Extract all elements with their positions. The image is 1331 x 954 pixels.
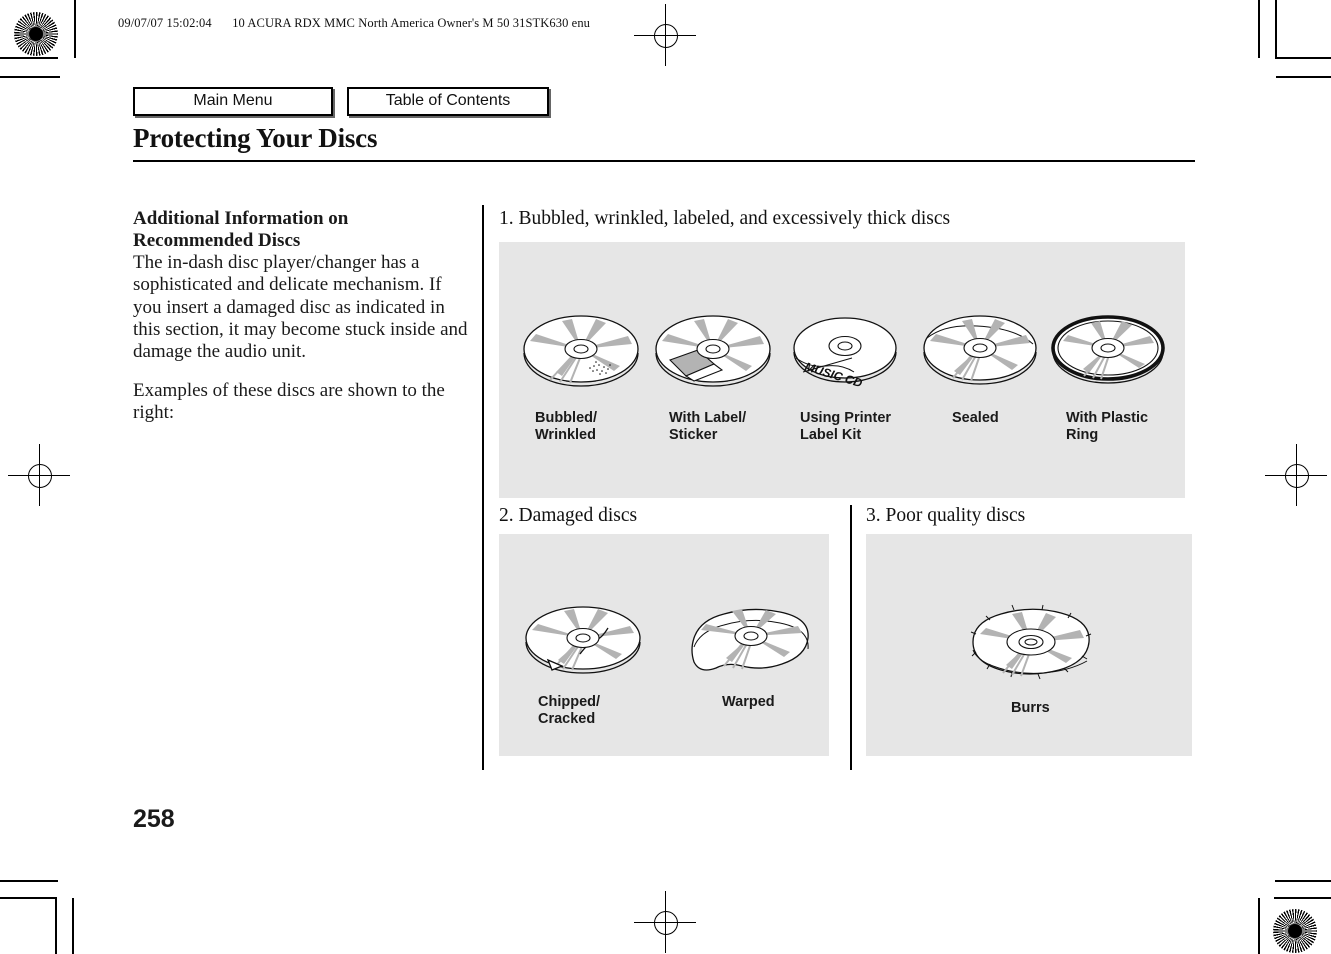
disc-label-bubbled: Bubbled/ Wrinkled: [535, 410, 598, 444]
disc-label-printer-kit: Using Printer Label Kit: [800, 410, 892, 444]
left-column-paragraph-1: The in-dash disc player/changer has a so…: [133, 251, 468, 363]
disc-label-sealed: Sealed: [952, 410, 999, 426]
registration-cross-bottom: [634, 891, 696, 953]
crop-mark-bottom-left-h: [0, 897, 56, 899]
crop-mark-bottom-right-outer-h: [1275, 880, 1331, 882]
disc-label-burrs: Burrs: [1011, 700, 1050, 716]
section-2-heading: 2. Damaged discs: [499, 505, 638, 526]
table-of-contents-button[interactable]: Table of Contents: [347, 87, 549, 116]
crop-mark-top-right-outer-h: [1276, 76, 1331, 78]
crop-mark-top-right-inner-v: [1275, 0, 1277, 58]
crop-mark-top-right-v: [1258, 0, 1260, 58]
crop-mark-bottom-right-h: [1274, 897, 1331, 899]
registration-cross-right: [1265, 444, 1327, 506]
main-menu-button[interactable]: Main Menu: [133, 87, 333, 116]
left-column-heading: Additional Information on Recommended Di…: [133, 208, 349, 251]
disc-label-plastic-ring: With Plastic Ring: [1066, 410, 1149, 444]
title-divider-rule: [133, 160, 1195, 162]
crop-mark-bottom-right-v: [1258, 898, 1260, 954]
crop-mark-bottom-left-v: [55, 897, 57, 954]
disc-illustration-warped: [691, 608, 809, 671]
disc-illustration-sealed: [923, 315, 1037, 385]
disc-label-chipped: Chipped/ Cracked: [538, 694, 601, 728]
registration-cross-top: [634, 4, 696, 66]
section-divider-vertical: [850, 505, 852, 770]
crop-mark-bottom-left-inner-v: [72, 898, 74, 954]
disc-illustration-sticker: [655, 315, 771, 387]
print-header: 09/07/07 15:02:04 10 ACURA RDX MMC North…: [118, 16, 590, 31]
section-1-heading: 1. Bubbled, wrinkled, labeled, and exces…: [499, 208, 951, 229]
crop-mark-top-left-v: [74, 0, 76, 58]
disc-illustration-bubbled: [523, 315, 639, 387]
crop-mark-top-left-outer-h: [0, 76, 60, 78]
disc-label-warped: Warped: [722, 694, 775, 710]
left-column-paragraph-2: Examples of these discs are shown to the…: [133, 379, 445, 424]
print-header-doc-info: 10 ACURA RDX MMC North America Owner's M…: [232, 16, 591, 30]
section-3-heading: 3. Poor quality discs: [866, 505, 1026, 526]
print-header-timestamp: 09/07/07 15:02:04: [118, 16, 212, 30]
crop-mark-top-right-h: [1275, 57, 1331, 59]
registration-cross-left: [8, 444, 70, 506]
disc-illustration-burrs: [970, 604, 1092, 680]
crop-mark-top-left-h: [0, 57, 58, 59]
disc-illustration-chipped: [525, 606, 641, 674]
registration-star-top-left: [14, 12, 58, 56]
crop-mark-bottom-left-outer-h: [0, 880, 58, 882]
disc-illustration-plastic-ring: [1051, 315, 1165, 384]
disc-label-sticker: With Label/ Sticker: [669, 410, 747, 444]
navigation-bar: Main Menu Table of Contents: [133, 87, 549, 116]
disc-illustration-printer-kit: MUSIC CD: [793, 317, 897, 390]
registration-star-bottom-right: [1273, 909, 1317, 953]
column-divider-vertical: [482, 205, 484, 770]
page-title: Protecting Your Discs: [133, 123, 378, 153]
page-number: 258: [133, 805, 175, 833]
left-column: Additional Information on Recommended Di…: [133, 208, 473, 425]
